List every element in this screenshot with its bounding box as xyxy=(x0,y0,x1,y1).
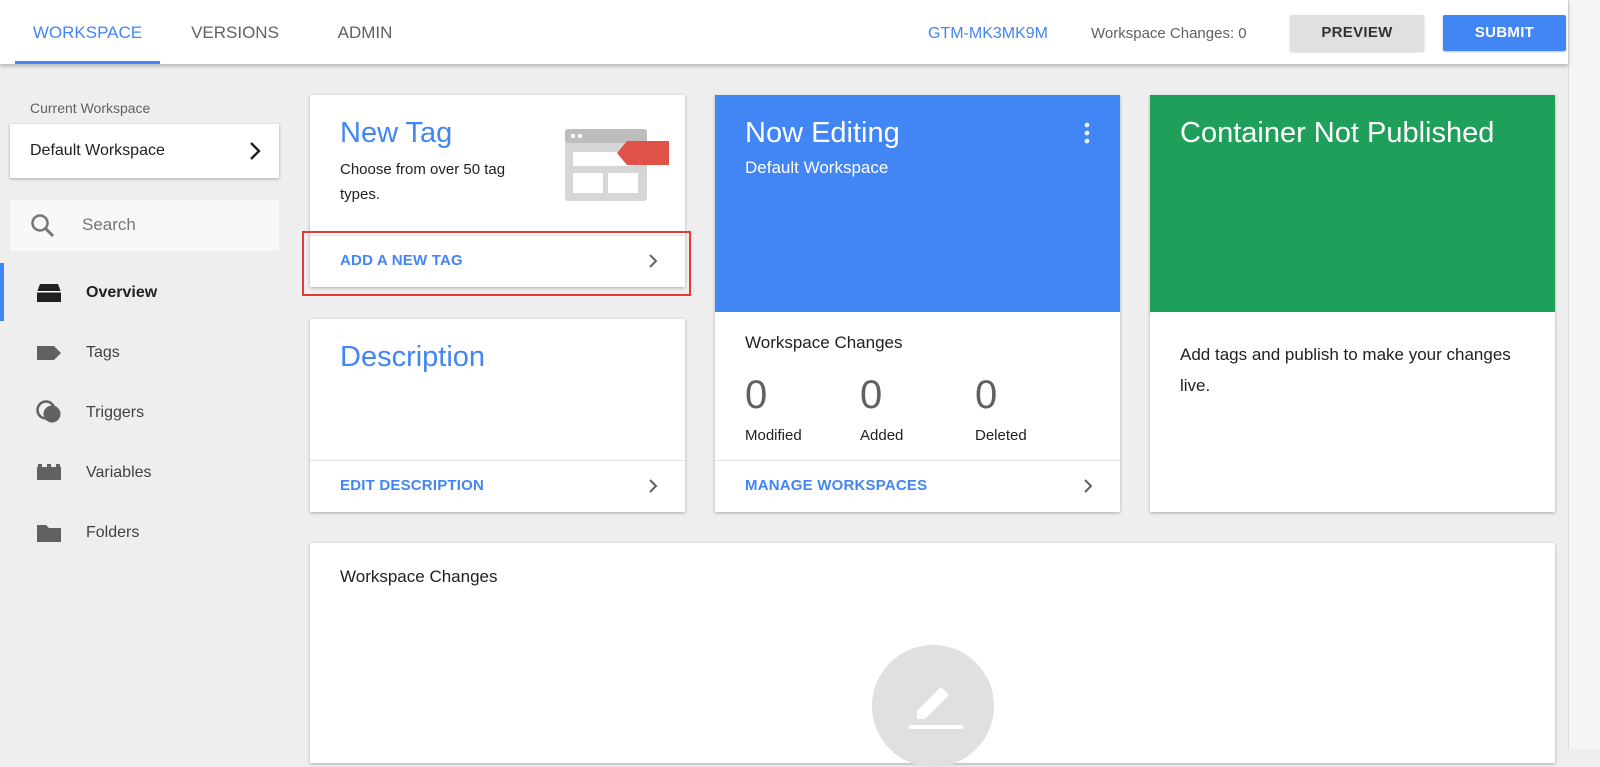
container-id-link[interactable]: GTM-MK3MK9M xyxy=(928,0,1048,68)
search-icon xyxy=(31,214,55,238)
description-title: Description xyxy=(340,341,486,373)
chevron-right-icon xyxy=(250,142,261,160)
more-vert-icon[interactable] xyxy=(1083,122,1091,144)
deleted-count: 0 xyxy=(975,373,998,417)
current-workspace-name: Default Workspace xyxy=(30,142,165,159)
card-divider xyxy=(715,460,1120,461)
tab-workspace[interactable]: WORKSPACE xyxy=(15,0,160,64)
sidebar-item-triggers[interactable]: Triggers xyxy=(0,387,290,437)
overview-icon xyxy=(37,284,61,302)
added-count: 0 xyxy=(860,373,883,417)
workspace-changes-heading: Workspace Changes xyxy=(745,333,903,352)
container-status-body: Add tags and publish to make your change… xyxy=(1180,345,1511,395)
added-label: Added xyxy=(860,427,904,444)
edit-circle xyxy=(872,645,994,767)
sidebar-search xyxy=(10,200,279,251)
tab-admin[interactable]: ADMIN xyxy=(318,0,412,64)
now-editing-title: Now Editing xyxy=(745,117,900,149)
sidebar-item-overview[interactable]: Overview xyxy=(0,263,290,321)
edit-description-link[interactable]: EDIT DESCRIPTION xyxy=(340,477,484,494)
tag-icon xyxy=(37,346,61,360)
sidebar-item-folders[interactable]: Folders xyxy=(0,507,290,557)
sidebar-item-tags[interactable]: Tags xyxy=(0,327,290,377)
workspace-changes-card-title: Workspace Changes xyxy=(340,567,498,586)
container-status-title: Container Not Published xyxy=(1180,117,1495,149)
submit-button[interactable]: SUBMIT xyxy=(1443,15,1566,51)
top-bar: WORKSPACE VERSIONS ADMIN GTM-MK3MK9M Wor… xyxy=(0,0,1568,64)
deleted-label: Deleted xyxy=(975,427,1027,444)
sidebar-item-label: Tags xyxy=(86,344,120,361)
card-divider xyxy=(310,460,685,461)
new-tag-title[interactable]: New Tag xyxy=(340,117,452,150)
workspace-changes-count: Workspace Changes: 0 xyxy=(1091,25,1247,42)
chevron-right-icon xyxy=(649,479,658,493)
trigger-icon xyxy=(36,400,61,423)
sidebar-item-label: Triggers xyxy=(86,404,145,421)
tag-illustration-icon xyxy=(565,129,669,201)
preview-button[interactable]: PREVIEW xyxy=(1290,15,1424,51)
new-tag-subtitle: Choose from over 50 tag types. xyxy=(340,161,506,203)
page-scrollbar[interactable] xyxy=(1568,0,1600,750)
current-workspace-selector[interactable]: Default Workspace xyxy=(10,124,279,178)
current-workspace-label: Current Workspace xyxy=(30,100,151,116)
description-card: Description EDIT DESCRIPTION xyxy=(310,319,685,512)
folder-icon xyxy=(37,525,61,542)
pencil-icon xyxy=(909,687,963,729)
sidebar-item-label: Folders xyxy=(86,524,140,541)
chevron-right-icon xyxy=(1084,479,1093,493)
manage-workspaces-link[interactable]: MANAGE WORKSPACES xyxy=(745,477,927,494)
search-input[interactable] xyxy=(80,208,270,242)
sidebar-item-label: Overview xyxy=(86,284,158,301)
container-status-header: Container Not Published xyxy=(1150,95,1555,312)
add-new-tag-highlight xyxy=(302,231,691,296)
sidebar-item-variables[interactable]: Variables xyxy=(0,447,290,497)
now-editing-workspace: Default Workspace xyxy=(745,158,889,177)
now-editing-header: Now Editing Default Workspace xyxy=(715,95,1120,312)
modified-count: 0 xyxy=(745,373,768,417)
sidebar-item-label: Variables xyxy=(86,464,152,481)
tab-versions[interactable]: VERSIONS xyxy=(180,0,290,64)
variable-icon xyxy=(37,464,61,480)
modified-label: Modified xyxy=(745,427,802,444)
